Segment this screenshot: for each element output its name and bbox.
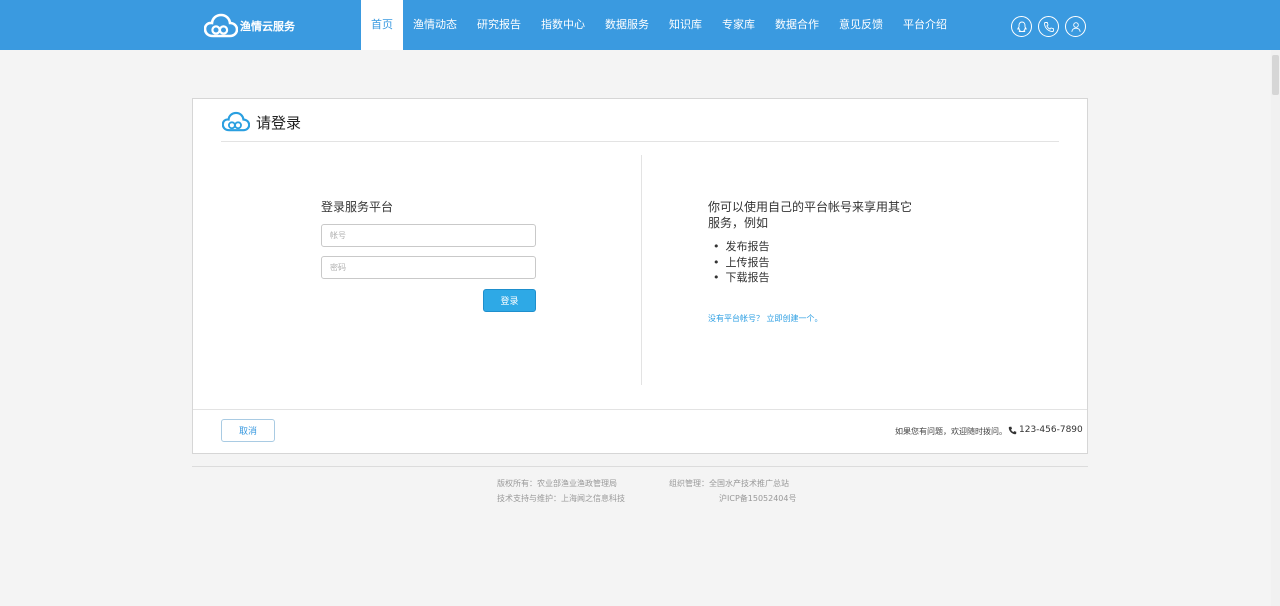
account-input[interactable] (321, 224, 536, 247)
login-panel: 请登录 登录服务平台 登录 你可以使用自己的平台帐号来享用其它服务，例如 发布报… (192, 98, 1088, 454)
phone-icon (1008, 426, 1017, 434)
phone-contact: 123-456-7890 (1008, 425, 1083, 435)
nav-item-platform-intro[interactable]: 平台介绍 (893, 0, 957, 50)
organizer-text: 组织管理：全国水产技术推广总站 (669, 479, 789, 488)
nav-item-data-services[interactable]: 数据服务 (595, 0, 659, 50)
page-title: 请登录 (256, 113, 302, 132)
phone-icon[interactable] (1038, 16, 1059, 37)
nav-item-home[interactable]: 首页 (361, 0, 403, 50)
login-button[interactable]: 登录 (483, 289, 536, 312)
cancel-button[interactable]: 取消 (221, 419, 275, 442)
cloud-logo-icon (204, 13, 238, 38)
nav-item-feedback[interactable]: 意见反馈 (829, 0, 893, 50)
page-scrollbar[interactable] (1271, 50, 1280, 606)
qq-icon[interactable] (1011, 16, 1032, 37)
list-item: 发布报告 (713, 239, 770, 255)
nav-item-experts[interactable]: 专家库 (712, 0, 765, 50)
list-item: 上传报告 (713, 255, 770, 271)
nav-item-index-center[interactable]: 指数中心 (531, 0, 595, 50)
top-nav-bar: 渔情云服务 首页 渔情动态 研究报告 指数中心 数据服务 知识库 专家库 数据合… (0, 0, 1280, 50)
scrollbar-thumb[interactable] (1272, 55, 1279, 95)
main-nav: 首页 渔情动态 研究报告 指数中心 数据服务 知识库 专家库 数据合作 意见反馈… (361, 0, 957, 50)
copyright-text: 版权所有：农业部渔业渔政管理局 (497, 479, 617, 488)
login-form-title: 登录服务平台 (321, 200, 394, 214)
info-title: 你可以使用自己的平台帐号来享用其它服务，例如 (708, 200, 913, 230)
nav-item-research-reports[interactable]: 研究报告 (467, 0, 531, 50)
logo-text: 渔情云服务 (240, 20, 295, 33)
phone-number: 123-456-7890 (1019, 425, 1083, 435)
icp-text: 沪ICP备15052404号 (719, 494, 797, 503)
signup-link[interactable]: 没有平台帐号？ 立即创建一个。 (708, 313, 823, 324)
nav-item-knowledge-base[interactable]: 知识库 (659, 0, 712, 50)
help-text: 如果您有问题，欢迎随时拨问。 (895, 427, 1007, 436)
nav-item-fishery-news[interactable]: 渔情动态 (403, 0, 467, 50)
header-divider (221, 141, 1059, 142)
header-icon-group (1011, 16, 1086, 37)
service-list: 发布报告 上传报告 下载报告 (713, 239, 770, 286)
support-text: 技术支持与维护：上海闻之信息科技 (497, 494, 625, 503)
nav-item-data-cooperation[interactable]: 数据合作 (765, 0, 829, 50)
user-icon[interactable] (1065, 16, 1086, 37)
panel-header: 请登录 (222, 111, 301, 133)
password-input[interactable] (321, 256, 536, 279)
logo[interactable]: 渔情云服务 (204, 12, 295, 40)
page-footer-divider (192, 466, 1088, 467)
footer-divider (193, 409, 1087, 410)
cloud-icon (222, 111, 250, 132)
list-item: 下载报告 (713, 270, 770, 286)
vertical-divider (641, 155, 642, 385)
